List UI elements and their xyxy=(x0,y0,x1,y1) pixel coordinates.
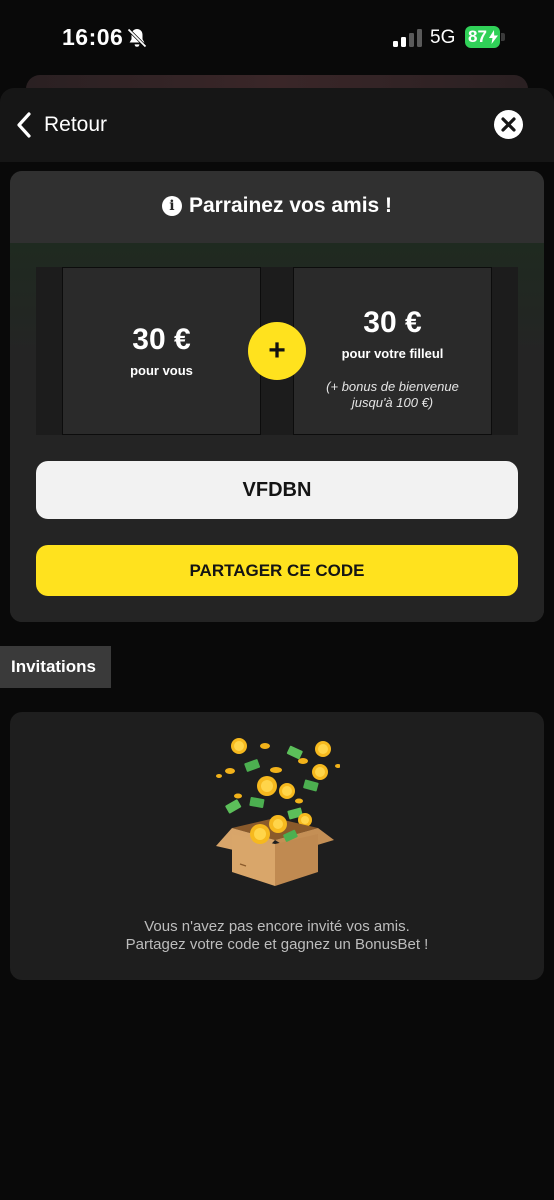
back-button[interactable]: Retour xyxy=(14,110,107,140)
bell-muted-icon xyxy=(127,28,147,48)
network-type: 5G xyxy=(430,27,456,48)
reward-referee-amount: 30 € xyxy=(363,306,422,339)
empty-state-text: Vous n'avez pas encore invité vos amis. … xyxy=(125,918,429,953)
top-nav: Retour xyxy=(0,88,554,162)
reward-you-amount: 30 € xyxy=(132,323,191,356)
reward-you-caption: pour vous xyxy=(130,363,193,378)
gift-box-coins-icon xyxy=(216,738,340,886)
referral-title: i Parrainez vos amis ! xyxy=(10,194,544,218)
referral-title-text: Parrainez vos amis ! xyxy=(188,194,393,217)
info-icon: i xyxy=(161,196,182,216)
battery-level: 87 xyxy=(468,27,487,46)
battery-charging-icon: 87 xyxy=(465,26,505,48)
reward-referee-note: (+ bonus de bienvenue jusqu'à 100 €) xyxy=(326,379,459,410)
back-label: Retour xyxy=(44,113,108,136)
close-icon xyxy=(501,117,516,132)
close-button[interactable] xyxy=(494,110,523,139)
status-time: 16:06 xyxy=(62,24,124,50)
reward-referee-caption: pour votre filleul xyxy=(341,346,444,361)
signal-icon xyxy=(393,29,422,47)
share-code-button[interactable]: PARTAGER CE CODE xyxy=(36,545,518,596)
referral-code[interactable]: VFDBN xyxy=(36,461,518,519)
invitations-card: Vous n'avez pas encore invité vos amis. … xyxy=(10,712,544,980)
reward-you: 30 € pour vous xyxy=(62,267,261,435)
referral-card: i Parrainez vos amis ! 30 € pour vous 30… xyxy=(10,171,544,622)
reward-panel: 30 € pour vous 30 € pour votre filleul (… xyxy=(36,267,518,435)
tab-invitations[interactable]: Invitations xyxy=(0,646,111,688)
reward-referee: 30 € pour votre filleul (+ bonus de bien… xyxy=(293,267,492,435)
chevron-left-icon xyxy=(17,112,31,138)
plus-icon: + xyxy=(248,322,306,380)
status-bar: 16:06 5G 87 xyxy=(0,0,554,76)
